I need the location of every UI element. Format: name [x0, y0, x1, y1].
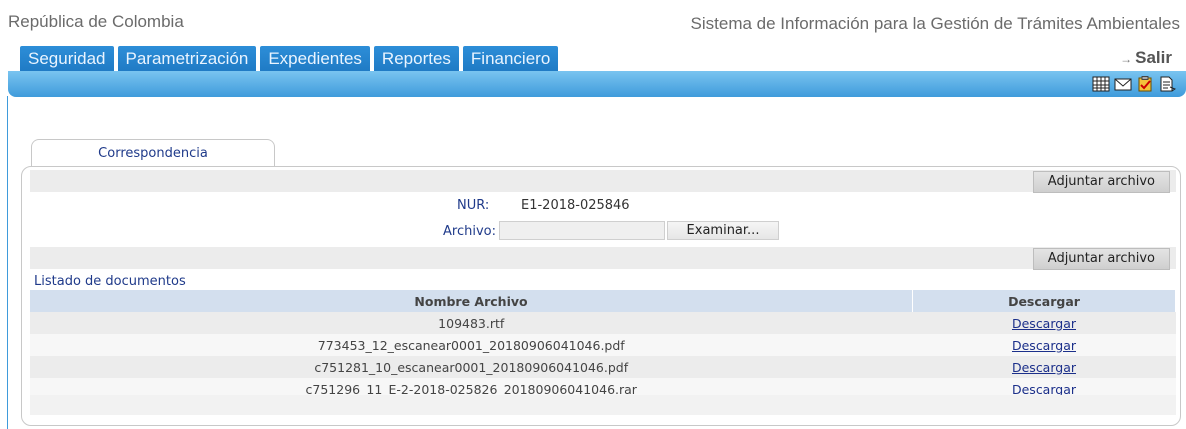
download-cell: Descargar — [912, 356, 1176, 378]
logout-label: Salir — [1135, 48, 1172, 67]
logout-arrow-icon: → — [1120, 52, 1133, 66]
table-row: 773453_12_escanear0001_20180906041046.pd… — [30, 334, 1176, 356]
nav-tab-seguridad[interactable]: Seguridad — [20, 46, 114, 72]
filename-cell: 109483.rtf — [30, 312, 913, 334]
download-cell: Descargar — [912, 334, 1176, 356]
browse-button[interactable]: Examinar... — [667, 221, 779, 240]
attach-file-button-bottom[interactable]: Adjuntar archivo — [1032, 248, 1170, 270]
document-icon[interactable] — [1158, 76, 1177, 92]
main-nav: Seguridad Parametrización Expedientes Re… — [20, 46, 559, 72]
column-header-download: Descargar — [912, 290, 1176, 312]
table-footer — [30, 395, 1176, 415]
download-link[interactable]: Descargar — [1012, 360, 1076, 375]
documents-list-title: Listado de documentos — [34, 274, 186, 289]
correspondencia-panel: Adjuntar archivo NUR: E1-2018-025846 Arc… — [21, 166, 1181, 426]
country-title: República de Colombia — [8, 12, 184, 31]
system-title: Sistema de Información para la Gestión d… — [690, 14, 1180, 33]
clipboard-icon[interactable] — [1136, 76, 1154, 92]
download-link[interactable]: Descargar — [1012, 338, 1076, 353]
top-header: República de Colombia Sistema de Informa… — [0, 0, 1186, 50]
nur-label: NUR: — [457, 198, 490, 213]
toolbar-bar — [8, 71, 1186, 97]
column-header-filename: Nombre Archivo — [30, 290, 913, 312]
table-row: c751281_10_escanear0001_20180906041046.p… — [30, 356, 1176, 378]
filename-cell: 773453_12_escanear0001_20180906041046.pd… — [30, 334, 913, 356]
nur-value: E1-2018-025846 — [521, 198, 630, 213]
logout-link[interactable]: → Salir — [1120, 48, 1172, 68]
nav-tab-expedientes[interactable]: Expedientes — [260, 46, 370, 72]
download-link[interactable]: Descargar — [1012, 316, 1076, 331]
documents-table: Nombre Archivo Descargar 109483.rtf Desc… — [30, 290, 1176, 400]
file-path-input[interactable] — [499, 221, 665, 240]
table-row: 109483.rtf Descargar — [30, 312, 1176, 334]
action-strip-top: Adjuntar archivo — [30, 170, 1176, 193]
nav-tab-reportes[interactable]: Reportes — [373, 46, 459, 72]
mail-icon[interactable] — [1114, 76, 1132, 92]
action-strip-bottom: Adjuntar archivo — [30, 247, 1176, 270]
left-border-line — [7, 96, 8, 429]
attach-file-button-top[interactable]: Adjuntar archivo — [1032, 171, 1170, 193]
table-header-row: Nombre Archivo Descargar — [30, 290, 1176, 312]
tab-correspondencia[interactable]: Correspondencia — [31, 139, 275, 168]
download-cell: Descargar — [912, 312, 1176, 334]
file-label: Archivo: — [443, 224, 496, 239]
toolbar-icons — [1092, 76, 1177, 92]
nav-tab-parametrizacion[interactable]: Parametrización — [117, 46, 257, 72]
nav-tab-financiero[interactable]: Financiero — [462, 46, 559, 72]
filename-cell: c751281_10_escanear0001_20180906041046.p… — [30, 356, 913, 378]
calendar-icon[interactable] — [1092, 76, 1110, 92]
